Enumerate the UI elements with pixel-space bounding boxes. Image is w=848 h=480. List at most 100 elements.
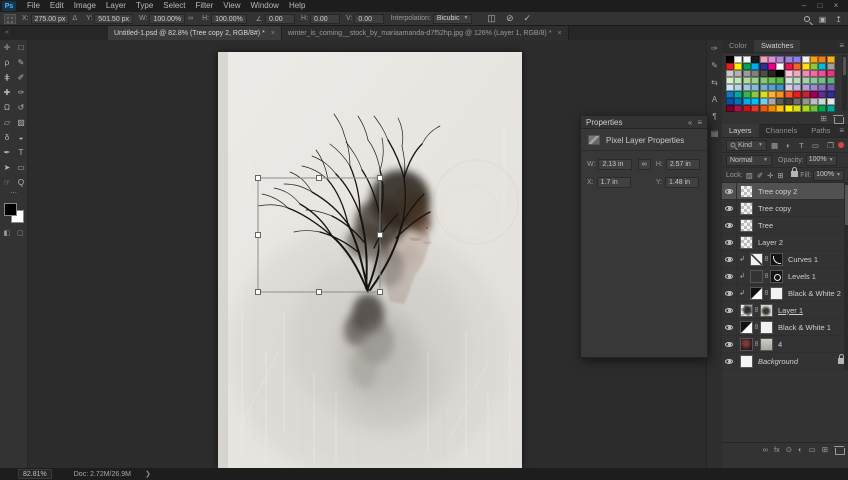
swatch-55[interactable] (751, 84, 760, 91)
swatch-6[interactable] (776, 56, 785, 63)
swatch-47[interactable] (793, 77, 802, 84)
gradient-tool[interactable]: ▨ (14, 115, 28, 130)
menu-select[interactable]: Select (158, 0, 190, 12)
swatch-0[interactable] (726, 56, 734, 63)
layer-thumbnail[interactable] (740, 320, 753, 334)
prop-x-input[interactable]: 1.7 in (596, 177, 631, 188)
swatch-2[interactable] (742, 56, 751, 63)
layer-row-black-white-2[interactable]: ↲ 8 Black & White 2 (722, 285, 848, 302)
dodge-tool[interactable]: ◒ (14, 130, 28, 145)
opacity-input[interactable]: 100% ▼ (805, 154, 837, 166)
edit-toolbar-icon[interactable]: ⋯ (0, 190, 27, 200)
swatch-66[interactable] (734, 91, 743, 98)
maintain-aspect-link-icon[interactable]: ∞ (188, 15, 193, 22)
swatch-95[interactable] (759, 105, 768, 112)
swatch-24[interactable] (818, 63, 827, 70)
swatch-99[interactable] (793, 105, 802, 112)
layer-mask-thumbnail[interactable] (770, 269, 783, 283)
visibility-cell[interactable] (722, 353, 737, 369)
visibility-eye-icon[interactable] (725, 324, 733, 330)
path-selection-tool[interactable]: ➤ (0, 160, 14, 175)
visibility-eye-icon[interactable] (725, 205, 733, 211)
swatch-59[interactable] (784, 84, 793, 91)
swatch-89[interactable] (818, 98, 827, 105)
layer-thumbnail[interactable] (750, 286, 763, 300)
swatch-92[interactable] (734, 105, 743, 112)
layer-row-layer-1[interactable]: 8 Layer 1 (722, 302, 848, 319)
transform-handle-s[interactable] (316, 289, 322, 295)
swatch-4[interactable] (759, 56, 768, 63)
shape-tool[interactable]: ▭ (14, 160, 28, 175)
zoom-level-input[interactable]: 82.81% (18, 469, 52, 479)
swatch-54[interactable] (742, 84, 751, 91)
swatch-75[interactable] (809, 91, 818, 98)
swatch-20[interactable] (784, 63, 793, 70)
visibility-cell[interactable] (722, 268, 737, 284)
brushes-panel-icon[interactable]: ✎ (707, 57, 722, 74)
filter-shape-layers-icon[interactable]: ▭ (812, 141, 819, 150)
layer-row-4[interactable]: 84 (722, 336, 848, 353)
new-swatch-icon[interactable]: ⊞ (820, 114, 827, 123)
swatch-67[interactable] (742, 91, 751, 98)
clone-stamp-tool[interactable]: Ω (0, 100, 14, 115)
layer-row-tree-copy[interactable]: Tree copy (722, 200, 848, 217)
swatch-56[interactable] (759, 84, 768, 91)
swatch-97[interactable] (776, 105, 785, 112)
swatch-30[interactable] (759, 70, 768, 77)
layer-thumbnail[interactable] (740, 337, 753, 351)
menu-edit[interactable]: Edit (45, 0, 69, 12)
tab-color[interactable]: Color (722, 39, 754, 52)
minimize-button[interactable]: – (796, 0, 812, 12)
swatches-scrollbar[interactable] (842, 55, 847, 111)
swatch-13[interactable] (726, 63, 734, 70)
move-tool[interactable]: ✛ (0, 40, 14, 55)
visibility-cell[interactable] (722, 302, 737, 318)
swatch-15[interactable] (742, 63, 751, 70)
swatch-45[interactable] (776, 77, 785, 84)
skew-v-input[interactable]: 0.00 (354, 13, 385, 24)
type-tool[interactable]: T (14, 145, 28, 160)
layer-row-layer-2[interactable]: Layer 2 (722, 234, 848, 251)
filter-kind-select[interactable]: Kind ▼ (726, 139, 767, 151)
blur-tool[interactable]: δ (0, 130, 14, 145)
swatch-71[interactable] (776, 91, 785, 98)
link-dimensions-icon[interactable]: ∞ (637, 159, 651, 170)
swatch-76[interactable] (818, 91, 827, 98)
swatch-85[interactable] (784, 98, 793, 105)
swatch-42[interactable] (751, 77, 760, 84)
menu-image[interactable]: Image (69, 0, 101, 12)
swatch-58[interactable] (776, 84, 785, 91)
swatch-34[interactable] (793, 70, 802, 77)
swatch-46[interactable] (784, 77, 793, 84)
brush-settings-panel-icon[interactable]: ✑ (707, 40, 722, 57)
layer-mask-thumbnail[interactable] (760, 320, 773, 334)
layer-effects-icon[interactable]: fx (774, 445, 780, 454)
filter-pixel-layers-icon[interactable]: ▦ (771, 141, 778, 150)
swatch-50[interactable] (818, 77, 827, 84)
close-button[interactable]: × (828, 0, 844, 12)
layer-row-curves-1[interactable]: ↲ 8 Curves 1 (722, 251, 848, 268)
swatch-91[interactable] (726, 105, 734, 112)
layer-thumbnail[interactable] (740, 218, 753, 232)
transform-handle-se[interactable] (377, 289, 383, 295)
layer-mask-thumbnail[interactable] (770, 286, 783, 300)
workspace-icon[interactable]: ▣ (819, 15, 827, 24)
swatch-8[interactable] (793, 56, 802, 63)
tab-layers[interactable]: Layers (722, 124, 759, 137)
search-icon[interactable] (803, 15, 810, 24)
tab-close-icon[interactable]: × (271, 30, 275, 37)
quick-mask-icon[interactable]: ◧ (3, 229, 10, 237)
brush-tool[interactable]: ✑ (14, 85, 28, 100)
lock-transparency-icon[interactable]: ▨ (746, 171, 753, 180)
swatch-22[interactable] (801, 63, 810, 70)
filter-adjustment-layers-icon[interactable]: ◐ (786, 141, 791, 150)
x-position-input[interactable]: 275.00 px (30, 13, 70, 24)
collapse-panel-icon[interactable]: « (688, 118, 692, 127)
swatch-87[interactable] (801, 98, 810, 105)
new-group-icon[interactable]: ▭ (809, 445, 816, 454)
layer-row-tree-copy-2[interactable]: Tree copy 2 (722, 183, 848, 200)
layer-thumbnail[interactable] (750, 252, 763, 266)
delete-layer-icon[interactable] (834, 445, 845, 455)
maximize-button[interactable]: □ (812, 0, 828, 12)
cancel-transform-icon[interactable]: ⊘ (506, 13, 514, 24)
